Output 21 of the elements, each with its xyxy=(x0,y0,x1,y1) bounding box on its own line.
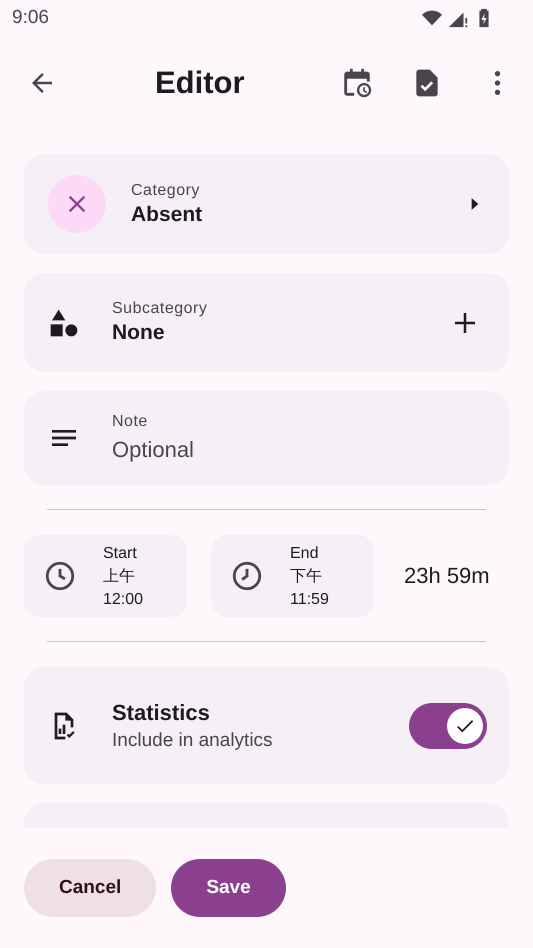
subcategory-value: None xyxy=(112,321,166,345)
statistics-subtitle: Include in analytics xyxy=(112,730,274,752)
status-time: 9:06 xyxy=(12,7,49,29)
subcategory-label: Subcategory xyxy=(112,300,208,318)
clock-icon xyxy=(230,559,264,593)
note-label: Note xyxy=(112,413,149,431)
time-picker[interactable]: Start 上午 12:00 xyxy=(24,535,187,617)
duration-text: 23h 59m xyxy=(404,563,490,589)
note-card[interactable]: Note Optional xyxy=(24,391,509,485)
cancel-button[interactable]: Cancel xyxy=(24,859,156,917)
statistics-switch[interactable] xyxy=(409,702,487,748)
category-label: Category xyxy=(131,182,201,200)
note-value: Optional xyxy=(112,437,195,463)
clock-icon xyxy=(43,559,77,593)
save-button[interactable]: Save xyxy=(171,859,286,917)
category-value: Absent xyxy=(131,202,204,226)
category-selector[interactable]: Category Absent xyxy=(24,154,509,254)
time-picker[interactable]: End 下午 11:59 xyxy=(211,535,374,617)
statistics-title: Statistics xyxy=(112,700,211,726)
more-vert-icon xyxy=(494,70,500,94)
screen-title: Editor xyxy=(155,64,246,100)
